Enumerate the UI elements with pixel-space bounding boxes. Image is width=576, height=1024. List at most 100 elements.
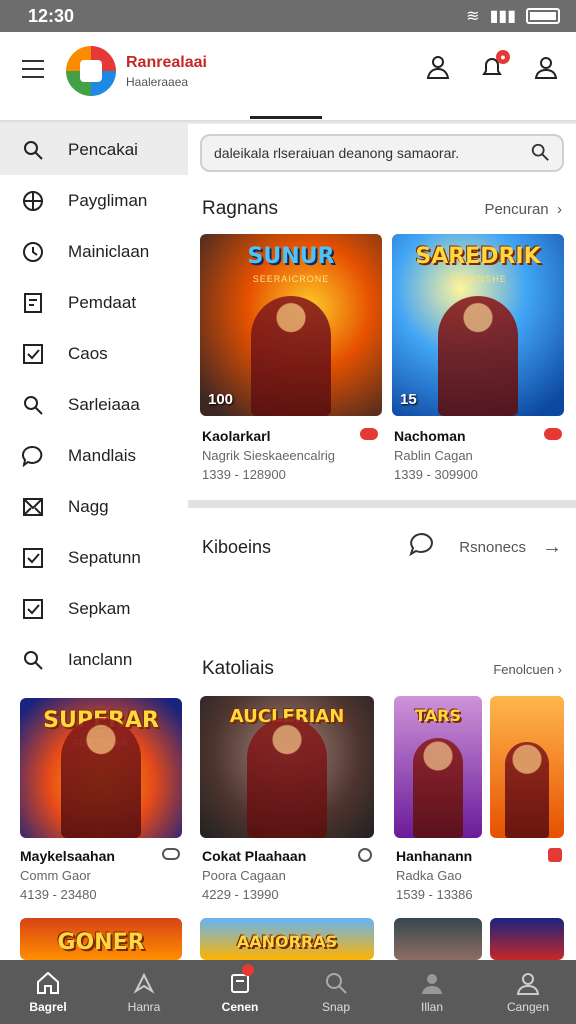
game-name: Maykelsaahan [20, 848, 115, 864]
game-info[interactable]: Hanhanann Radka Gao 1539 - 13386 [396, 848, 562, 902]
sidebar-item-label: Paygliman [68, 190, 148, 210]
game-info[interactable]: Cokat Plaahaan Poora Cagaan 4229 - 13990 [202, 848, 372, 902]
menu-icon[interactable] [22, 60, 44, 78]
section-header: Katoliais Fenolcuen › [202, 658, 562, 680]
game-name: Hanhanann [396, 848, 473, 864]
game-character [251, 296, 331, 416]
sidebar-game-info[interactable]: Maykelsaahan Comm Gaor 4139 - 23480 [20, 848, 180, 902]
sidebar-item-9[interactable]: Sepkam [0, 583, 188, 634]
game-thumbnail[interactable]: AANORRAS [200, 918, 374, 960]
clock-icon [22, 241, 44, 263]
sidebar: Pencakai Paygliman Mainiclaan Pemdaat Ca… [0, 124, 188, 960]
nav-item-people[interactable]: Illan [384, 960, 480, 1024]
wifi-icon: ≋ [466, 8, 480, 25]
game-character [438, 296, 518, 416]
game-art-title: GONER [57, 930, 145, 955]
search-icon [323, 970, 349, 1000]
game-subtitle: Nagrik Sieskaeencalrig [202, 448, 335, 463]
sidebar-item-10[interactable]: Ianclann [0, 634, 188, 685]
sidebar-item-8[interactable]: Sepatunn [0, 532, 188, 583]
game-art-subtitle: FRANNSHE [449, 274, 507, 284]
sidebar-game-thumbnail[interactable]: SUPERAR FOETOLAR [20, 698, 182, 838]
search-text: daleikala rlseraiuan deanong samaorar. [214, 145, 460, 161]
arrow-right-icon[interactable]: → [542, 536, 562, 559]
nav-item-cart[interactable]: Cenen [192, 960, 288, 1024]
sidebar-item-label: Ianclann [68, 649, 133, 669]
brand-title: Ranrealaai [126, 54, 207, 71]
search-bar-container: daleikala rlseraiuan deanong samaorar. [188, 124, 576, 182]
game-price: 4139 - 23480 [20, 887, 97, 902]
game-subtitle: Radka Gao [396, 868, 462, 883]
status-icons: ≋ ▮▮▮ [466, 6, 560, 26]
profile-icon[interactable] [532, 54, 560, 82]
home-icon [35, 970, 61, 1000]
game-price: 1339 - 309900 [394, 467, 478, 482]
game-thumbnail[interactable]: AUCLERIAN [200, 696, 374, 838]
section-title: Kiboeins [202, 536, 272, 557]
nav-label: Bagrel [29, 1000, 67, 1014]
main-content: daleikala rlseraiuan deanong samaorar. R… [188, 124, 576, 960]
sidebar-item-4[interactable]: Caos [0, 328, 188, 379]
section-header: Ragnans Pencuran › [202, 198, 562, 220]
nav-label: Hanra [127, 1000, 161, 1014]
sidebar-item-1[interactable]: Paygliman [0, 175, 188, 226]
sidebar-item-label: Caos [68, 343, 108, 363]
game-art-title: AANORRAS [236, 932, 338, 951]
game-character [61, 718, 141, 838]
section-more-link[interactable]: Fenolcuen › [493, 662, 562, 677]
game-name: Nachoman [394, 428, 466, 444]
game-thumbnail[interactable] [394, 918, 482, 960]
compass-icon [131, 970, 157, 1000]
account-icon[interactable] [424, 54, 452, 82]
sidebar-item-3[interactable]: Pemdaat [0, 277, 188, 328]
brand: Ranrealaai Haaleraaea [126, 54, 207, 89]
game-thumbnail[interactable]: SUNUR SEERAICRONE 100 [200, 234, 382, 416]
section-title: Ragnans [202, 198, 279, 219]
section-more-link[interactable]: Pencuran › [484, 201, 562, 218]
nav-item-profile[interactable]: Cangen [480, 960, 576, 1024]
nav-label: Cenen [221, 1000, 259, 1014]
nav-item-explore[interactable]: Hanra [96, 960, 192, 1024]
rating-badge [162, 848, 180, 860]
chat-icon[interactable] [409, 532, 435, 562]
notification-icon[interactable]: ● [478, 50, 510, 82]
game-character [413, 738, 463, 838]
nav-label: Illan [420, 1000, 443, 1014]
section-action-label[interactable]: Rsnonecs [459, 539, 526, 556]
sidebar-item-2[interactable]: Mainiclaan [0, 226, 188, 277]
game-art-title: SUNUR [247, 244, 335, 269]
bottom-navigation: Bagrel Hanra Cenen Snap Illan Cangen [0, 960, 576, 1024]
game-name: Kaolarkarl [202, 428, 271, 444]
sidebar-game-thumbnail-2[interactable]: GONER [20, 918, 182, 960]
sidebar-item-6[interactable]: Mandlais [0, 430, 188, 481]
game-score-badge: 100 [208, 391, 234, 408]
sidebar-item-7[interactable]: Nagg [0, 481, 188, 532]
search-icon [22, 649, 44, 671]
sidebar-item-label: Mainiclaan [68, 241, 150, 261]
game-thumbnail[interactable] [490, 696, 564, 838]
game-thumbnail[interactable]: SAREDRIK FRANNSHE 15 [392, 234, 564, 416]
brand-subtitle: Haaleraaea [126, 75, 189, 89]
game-thumbnail[interactable]: TARS [394, 696, 482, 838]
document-icon [22, 292, 44, 314]
sidebar-item-5[interactable]: Sarleiaaa [0, 379, 188, 430]
search-icon [22, 394, 44, 416]
checkbox-icon [22, 598, 44, 620]
sidebar-item-label: Pencakai [68, 139, 138, 159]
nav-item-home[interactable]: Bagrel [0, 960, 96, 1024]
notification-badge [241, 964, 254, 976]
sidebar-item-label: Pemdaat [68, 292, 137, 312]
sidebar-item-0[interactable]: Pencakai [0, 124, 188, 175]
search-input[interactable]: daleikala rlseraiuan deanong samaorar. [200, 134, 564, 172]
search-icon[interactable] [530, 142, 550, 165]
game-price: 4229 - 13990 [202, 887, 279, 902]
rating-badge [360, 428, 378, 440]
checkbox-icon [22, 547, 44, 569]
game-info[interactable]: Kaolarkarl Nagrik Sieskaeencalrig 1339 -… [202, 428, 378, 482]
sidebar-item-label: Sepkam [68, 598, 131, 618]
game-info[interactable]: Nachoman Rablin Cagan 1339 - 309900 [394, 428, 562, 482]
nav-item-search[interactable]: Snap [288, 960, 384, 1024]
game-thumbnail[interactable] [490, 918, 564, 960]
checkbox-icon [22, 343, 44, 365]
game-art-title: TARS [415, 706, 461, 725]
